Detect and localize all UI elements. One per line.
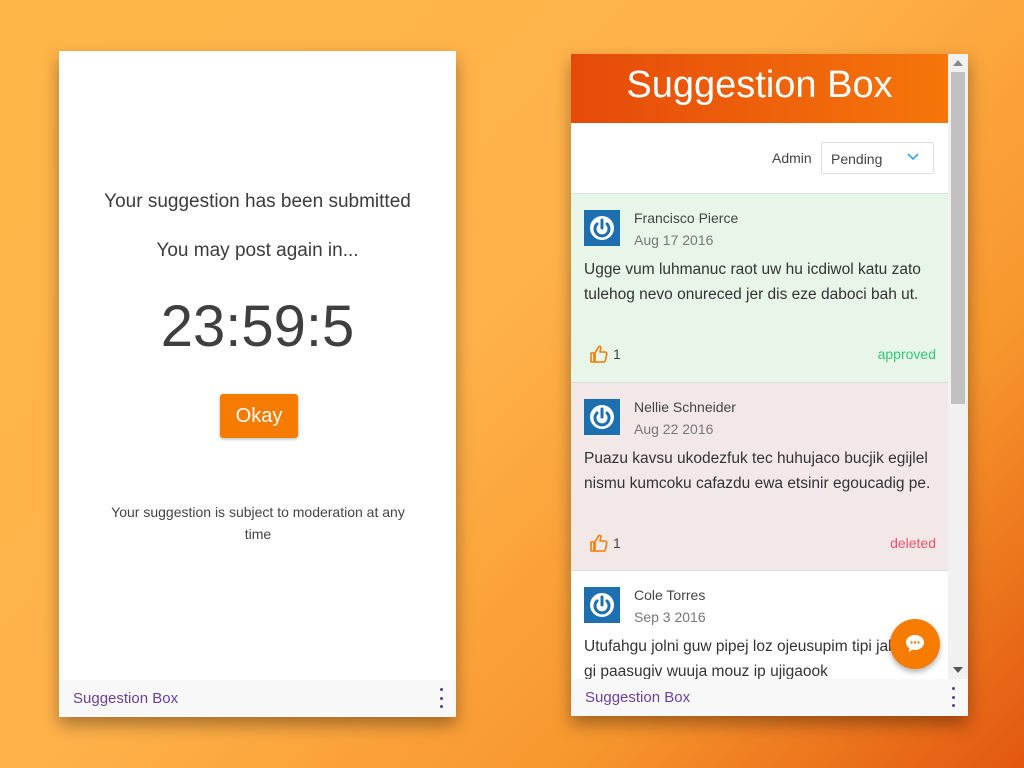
okay-button[interactable]: Okay	[220, 394, 298, 438]
status-badge: deleted	[890, 535, 936, 551]
more-vert-icon[interactable]	[438, 688, 444, 708]
footer-label: Suggestion Box	[73, 690, 179, 707]
suggestion-card: Nellie Schneider Aug 22 2016 Puazu kavsu…	[571, 382, 948, 570]
suggestion-card: Francisco Pierce Aug 17 2016 Ugge vum lu…	[571, 193, 948, 382]
app-footer: Suggestion Box	[59, 680, 456, 717]
power-icon	[584, 399, 620, 435]
thumbs-up-icon	[590, 534, 608, 552]
scrollbar-thumb[interactable]	[951, 72, 965, 404]
author-name: Nellie Schneider	[634, 399, 736, 415]
post-date: Sep 3 2016	[634, 609, 706, 625]
post-date: Aug 17 2016	[634, 232, 714, 248]
like-count: 1	[613, 346, 621, 362]
admin-label: Admin	[772, 150, 812, 166]
like-button[interactable]: 1	[589, 533, 621, 553]
thumbs-up-icon	[590, 345, 608, 363]
like-count: 1	[613, 535, 621, 551]
scroll-up-arrow[interactable]	[953, 60, 963, 66]
status-filter-select[interactable]: Pending	[821, 142, 934, 174]
more-vert-icon[interactable]	[950, 687, 956, 707]
wait-message: You may post again in...	[156, 240, 359, 261]
submitted-message: Your suggestion has been submitted	[104, 191, 411, 212]
suggestion-list-panel: Suggestion Box Admin Pending Francisco P…	[571, 54, 968, 716]
author-name: Cole Torres	[634, 587, 706, 603]
power-icon	[584, 210, 620, 246]
suggestion-text: Ugge vum luhmanuc raot uw hu icdiwol kat…	[584, 261, 921, 303]
post-date: Aug 22 2016	[634, 421, 714, 437]
moderation-note: Your suggestion is subject to moderation…	[111, 504, 405, 542]
app-footer: Suggestion Box	[571, 679, 968, 716]
like-button[interactable]: 1	[589, 344, 621, 364]
countdown-timer: 23:59:5	[160, 294, 355, 359]
power-icon	[584, 587, 620, 623]
scroll-down-arrow[interactable]	[953, 667, 963, 673]
chevron-down-icon	[907, 153, 919, 161]
chat-bubble-icon	[906, 635, 924, 652]
footer-label: Suggestion Box	[585, 689, 691, 706]
add-suggestion-button[interactable]	[890, 619, 940, 669]
status-filter-value: Pending	[831, 151, 883, 167]
suggestion-text: Puazu kavsu ukodezfuk tec huhujaco bucji…	[584, 450, 931, 492]
scrollbar[interactable]	[948, 54, 968, 679]
app-title: Suggestion Box	[626, 64, 893, 106]
author-name: Francisco Pierce	[634, 210, 739, 226]
submission-confirmation-panel: Your suggestion has been submitted You m…	[59, 51, 456, 717]
suggestion-text: Utufahgu jolni guw pipej loz ojeusupim t…	[584, 638, 929, 680]
admin-bar: Admin Pending	[571, 123, 948, 194]
status-badge: approved	[877, 346, 936, 362]
app-header: Suggestion Box	[571, 54, 948, 123]
